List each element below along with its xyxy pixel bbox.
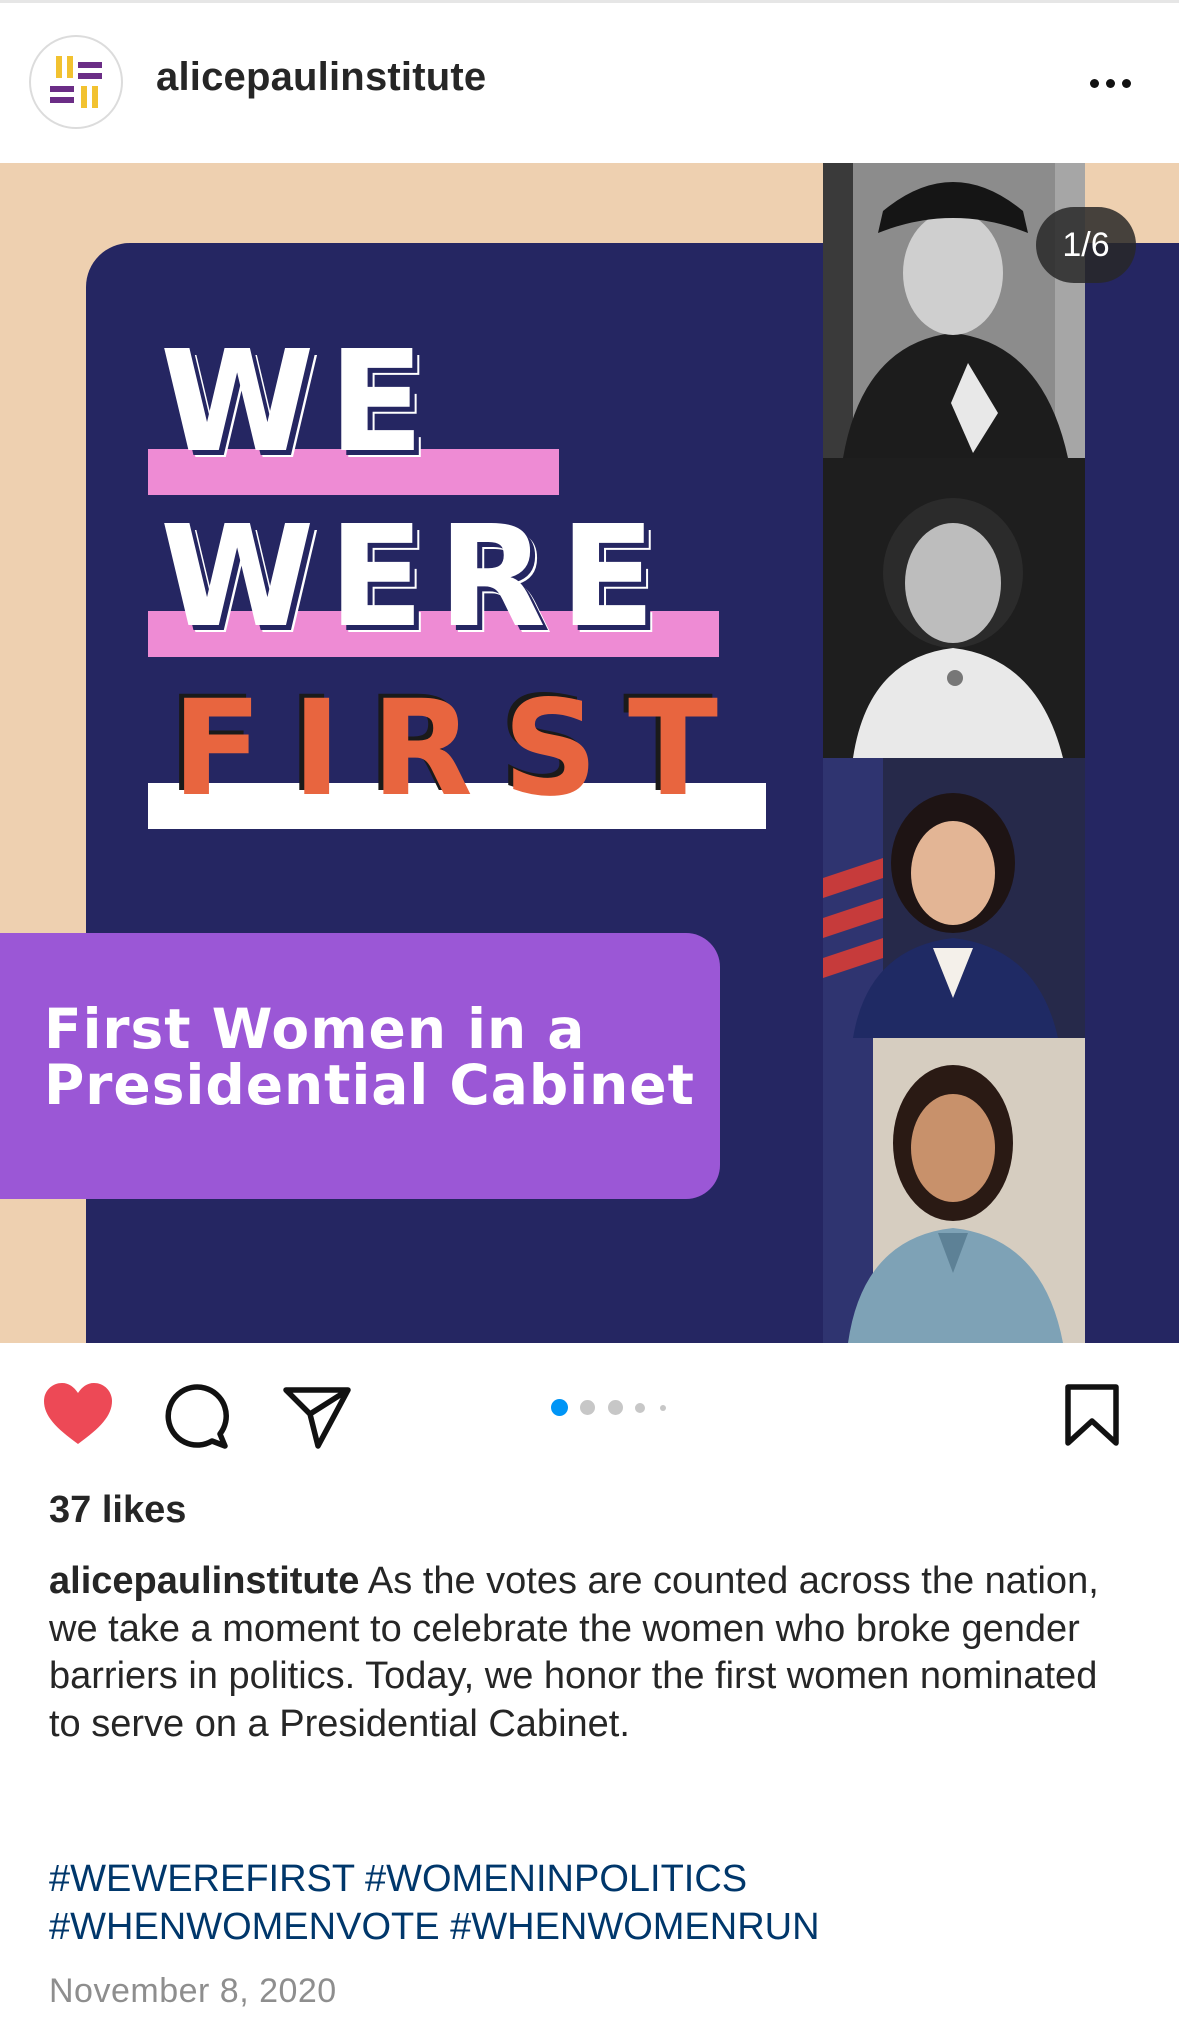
caption-username[interactable]: alicepaulinstitute (49, 1560, 359, 1602)
hashtag-link[interactable]: #WHENWOMENRUN (450, 1906, 819, 1948)
subtitle-line-2: Presidential Cabinet (44, 1053, 695, 1117)
headline-we: WE (160, 321, 439, 484)
heart-filled-icon[interactable] (42, 1382, 114, 1451)
hashtag-link[interactable]: #WOMENINPOLITICS (365, 1858, 747, 1900)
headline-first: FIRST (172, 672, 749, 826)
post-header: alicepaulinstitute (0, 3, 1179, 163)
likes-count[interactable]: 37 likes (49, 1489, 186, 1532)
avatar[interactable] (29, 35, 123, 129)
subtitle: First Women in a Presidential Cabinet (44, 1001, 734, 1113)
subtitle-line-1: First Women in a (44, 997, 586, 1061)
portrait-2 (823, 458, 1085, 758)
portrait-1 (823, 163, 1085, 458)
header-username[interactable]: alicepaulinstitute (156, 55, 486, 100)
institute-logo-icon (50, 56, 102, 108)
hashtag-link[interactable]: #WEWEREFIRST (49, 1858, 354, 1900)
post-date: November 8, 2020 (49, 1972, 337, 2010)
post-image[interactable]: 1/6 WE WERE FIRST First Women in a Presi… (0, 163, 1179, 1343)
portrait-column (823, 163, 1085, 1343)
bookmark-icon[interactable] (1063, 1383, 1121, 1452)
portrait-3 (823, 758, 1085, 1038)
comment-icon[interactable] (164, 1384, 230, 1455)
slide-counter: 1/6 (1036, 207, 1136, 283)
more-options-icon[interactable] (1080, 65, 1140, 105)
hashtags: #WEWEREFIRST #WOMENINPOLITICS #WHENWOMEN… (49, 1856, 1139, 1951)
hashtag-link[interactable]: #WHENWOMENVOTE (49, 1906, 440, 1948)
carousel-dots (548, 1398, 688, 1418)
paper-plane-icon[interactable] (282, 1384, 352, 1455)
portrait-4 (823, 1038, 1085, 1343)
headline-were: WERE (160, 496, 670, 659)
caption: alicepaulinstitute As the votes are coun… (49, 1558, 1139, 1748)
